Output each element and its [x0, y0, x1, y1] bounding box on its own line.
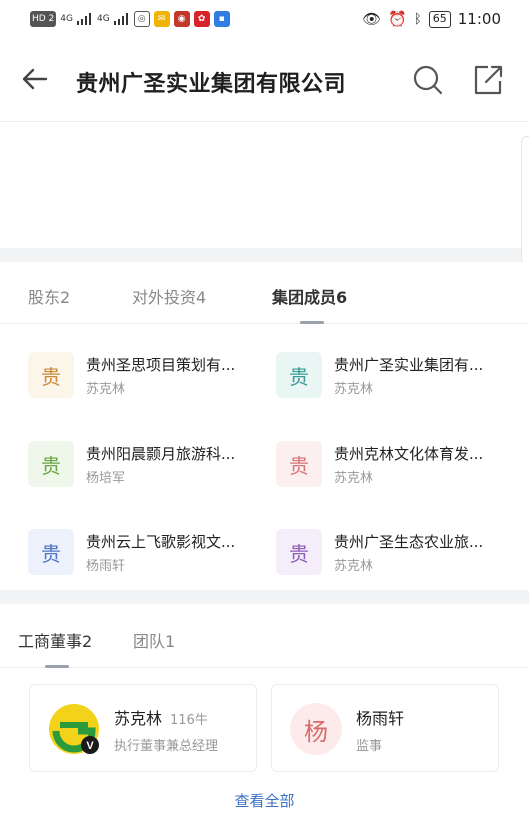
- app-notification-icon: ◎: [133, 11, 150, 27]
- list-item[interactable]: 贵 贵州克林文化体育发... 苏克林: [276, 441, 516, 501]
- company-avatar: 贵: [276, 529, 322, 575]
- company-name: 贵州云上飞歌影视文...: [86, 533, 236, 551]
- company-avatar: 贵: [28, 529, 74, 575]
- person-role: 执行董事兼总经理: [114, 739, 219, 754]
- tab-group-members[interactable]: 集团成员6: [272, 284, 347, 308]
- huawei-notification-icon: ✿: [193, 11, 210, 27]
- signal-4g-2: 4G: [97, 14, 110, 24]
- members-tab-bar: 股东2 对外投资4 集团成员6: [0, 262, 529, 324]
- person-card[interactable]: 杨 杨雨轩 监事: [271, 684, 499, 772]
- person-role: 监事: [356, 739, 383, 754]
- bluetooth-icon: ᛒ: [413, 11, 422, 27]
- person-card[interactable]: V 苏克林 116牛 执行董事兼总经理: [29, 684, 257, 772]
- key-people-card: 工商董事2 团队1 V 苏克林 116牛 执行董事兼总经理 杨 杨雨轩 监事 查看…: [0, 604, 529, 834]
- status-bar: HD 2 4G 4G ◎ ✉ ◉ ✿ ▪ 👁 ⏰ ᛒ 65 11:00: [0, 0, 529, 40]
- back-arrow-icon[interactable]: [20, 64, 50, 94]
- legal-person: 杨培军: [86, 471, 126, 486]
- company-name: 贵州广圣生态农业旅...: [334, 533, 484, 551]
- clock: 11:00: [457, 10, 501, 28]
- side-handle[interactable]: [521, 136, 529, 264]
- company-avatar: 贵: [28, 352, 74, 398]
- bank-notification-icon: ◉: [173, 11, 190, 27]
- signal-4g-1: 4G: [60, 14, 73, 24]
- status-right: 👁 ⏰ ᛒ 65 11:00: [362, 10, 501, 28]
- active-tab-indicator: [45, 665, 69, 668]
- app-notification-icon: ▪: [213, 11, 230, 27]
- person-name: 苏克林 116牛: [114, 709, 208, 728]
- legal-person: 苏克林: [334, 559, 374, 574]
- list-item[interactable]: 贵 贵州圣思项目策划有... 苏克林: [28, 352, 268, 412]
- eye-icon: 👁: [362, 10, 382, 28]
- legal-person: 苏克林: [86, 382, 126, 397]
- logo-icon: V: [49, 704, 99, 754]
- company-name: 贵州阳晨颢月旅游科...: [86, 445, 236, 463]
- svg-text:V: V: [86, 740, 94, 752]
- active-tab-indicator: [300, 321, 324, 324]
- group-members-card: 股东2 对外投资4 集团成员6 贵 贵州圣思项目策划有... 苏克林 贵 贵州广…: [0, 262, 529, 590]
- search-icon[interactable]: [412, 64, 444, 96]
- alarm-icon: ⏰: [388, 10, 407, 28]
- company-avatar: 贵: [28, 441, 74, 487]
- tab-investments[interactable]: 对外投资4: [132, 284, 206, 308]
- company-avatar: 贵: [276, 352, 322, 398]
- company-name: 贵州克林文化体育发...: [334, 445, 484, 463]
- list-item[interactable]: 贵 贵州广圣生态农业旅... 苏克林: [276, 529, 516, 589]
- share-icon[interactable]: [472, 64, 504, 96]
- list-item[interactable]: 贵 贵州广圣实业集团有... 苏克林: [276, 352, 516, 412]
- status-left: HD 2 4G 4G ◎ ✉ ◉ ✿ ▪: [30, 11, 230, 27]
- battery-icon: 65: [428, 10, 451, 28]
- signal-icon: [77, 13, 91, 25]
- legal-person: 杨雨轩: [86, 559, 126, 574]
- people-tab-bar: 工商董事2 团队1: [0, 604, 529, 668]
- app-header: 贵州广圣实业集团有限公司: [0, 40, 529, 122]
- signal-icon: [113, 13, 128, 25]
- company-logo-avatar: V: [48, 703, 100, 755]
- person-name: 杨雨轩: [356, 709, 405, 728]
- tab-directors[interactable]: 工商董事2: [18, 628, 92, 652]
- company-name: 贵州广圣实业集团有...: [334, 356, 484, 374]
- company-name: 贵州圣思项目策划有...: [86, 356, 236, 374]
- legal-person: 苏克林: [334, 382, 374, 397]
- list-item[interactable]: 贵 贵州云上飞歌影视文... 杨雨轩: [28, 529, 268, 589]
- company-avatar: 贵: [276, 441, 322, 487]
- legal-person: 苏克林: [334, 471, 374, 486]
- hd-badge: HD 2: [30, 11, 57, 27]
- page-title: 贵州广圣实业集团有限公司: [76, 72, 347, 97]
- follower-count: 116牛: [170, 713, 208, 728]
- tab-team[interactable]: 团队1: [133, 628, 175, 652]
- list-item[interactable]: 贵 贵州阳晨颢月旅游科... 杨培军: [28, 441, 268, 501]
- view-all-link[interactable]: 查看全部: [0, 790, 529, 811]
- mail-notification-icon: ✉: [153, 11, 170, 27]
- person-avatar: 杨: [290, 703, 342, 755]
- blank-content-area: [0, 122, 529, 248]
- tab-shareholders[interactable]: 股东2: [28, 284, 70, 308]
